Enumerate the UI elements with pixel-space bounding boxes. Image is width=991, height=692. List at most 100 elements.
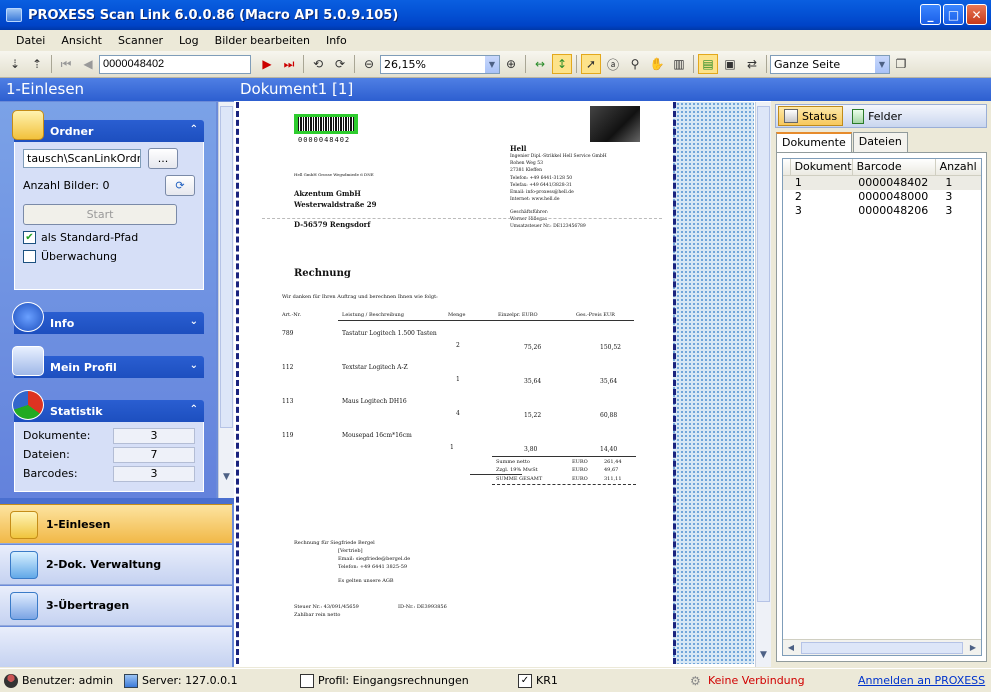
tab-dateien[interactable]: Dateien [852,132,908,152]
group-statistik-header[interactable]: Statistik ⌃ [12,390,204,422]
document-scrollbar[interactable]: ▼ [755,102,771,667]
status-list-icon [784,109,798,123]
scroll-down-icon[interactable]: ▼ [219,472,234,482]
item-1-qty: 2 [456,342,460,349]
tab-dokumente[interactable]: Dokumente [776,132,852,153]
document-settings-icon[interactable]: ▣ [720,54,740,74]
sort-ascending-icon[interactable]: ⇣ [5,54,25,74]
item-4-unit: 3,80 [524,446,538,453]
zoom-combo[interactable]: 26,15% ▼ [380,54,500,74]
col-barcode[interactable]: Barcode [853,159,936,175]
grid-hscrollbar[interactable]: ◀ ▶ [783,639,981,655]
last-page-icon[interactable]: ⏭ [279,54,299,74]
prev-page-icon[interactable]: ◀ [78,54,98,74]
stat-value-dokumente: 3 [113,427,195,444]
right-panel-header [771,78,991,101]
transfer-icon[interactable]: ⇄ [742,54,762,74]
tab-felder[interactable]: Felder [847,106,907,126]
close-button[interactable]: ✕ [966,4,987,25]
group-info: Info ⌄ [12,302,204,334]
menu-ansicht[interactable]: Ansicht [53,34,110,47]
table-row[interactable]: 2 0000048000 3 [783,190,981,204]
tab-status-label: Status [802,109,838,123]
sum-net-label: Summe netto [496,459,530,465]
group-statistik: Statistik ⌃ Dokumente: 3 Dateien: 7 Barcod… [12,390,204,492]
scroll-down-icon[interactable]: ▼ [756,650,771,660]
toolbar-separator [576,55,577,73]
scroll-thumb[interactable] [220,106,233,428]
page-fit-value: Ganze Seite [774,57,841,71]
group-profil-header[interactable]: Mein Profil ⌄ [12,346,204,378]
status-bar: Benutzer: admin Server: 127.0.0.1 Profil… [0,668,991,692]
left-panel: 1-Einlesen Ordner ⌃ tausch\ScanLinkOrdne… [0,78,234,667]
nav-dok-verwaltung[interactable]: 2-Dok. Verwaltung [0,545,232,585]
tab-status[interactable]: Status [778,106,844,126]
col-dokument[interactable]: Dokument [791,159,853,175]
login-link[interactable]: Anmelden an PROXESS [858,672,985,690]
rotate-right-icon[interactable]: ⟳ [330,54,350,74]
document-number-input[interactable] [99,54,251,74]
scroll-right-icon[interactable]: ▶ [965,643,981,652]
group-profil-title: Mein Profil [50,361,117,374]
sum-total-value: 311,11 [604,476,622,482]
refresh-button[interactable]: ⟳ [165,175,195,196]
nav-uebertragen[interactable]: 3-Übertragen [0,586,232,626]
chevron-up-icon[interactable]: ⌃ [190,404,198,415]
folder-scan-icon [10,511,38,539]
zoom-in-icon[interactable]: ⊕ [501,54,521,74]
chevron-up-icon[interactable]: ⌃ [190,124,198,135]
stat-label-barcodes: Barcodes: [23,467,78,480]
col-anzahl[interactable]: Anzahl [936,159,981,175]
scan-document-icon[interactable]: ▤ [698,54,718,74]
row-marker [783,190,791,204]
sort-descending-icon[interactable]: ⇡ [27,54,47,74]
nav-einlesen[interactable]: 1-Einlesen [0,504,232,544]
fit-height-icon[interactable]: ↕ [552,54,572,74]
rotate-left-icon[interactable]: ⟲ [308,54,328,74]
chevron-down-icon[interactable]: ▼ [485,55,499,73]
menu-datei[interactable]: Datei [8,34,53,47]
document-viewer[interactable]: 0000048402 Hell GmbH Grosse Wegsdmiede 6… [236,102,754,664]
item-2-unit: 35,64 [524,378,542,385]
task-pane-scrollbar[interactable]: ▼ [218,102,234,498]
menu-bilder-bearbeiten[interactable]: Bilder bearbeiten [207,34,318,47]
chevron-down-icon[interactable]: ⌄ [190,360,198,371]
minimize-button[interactable]: _ [920,4,941,25]
menu-scanner[interactable]: Scanner [110,34,171,47]
fit-width-icon[interactable]: ↔ [530,54,550,74]
next-page-icon[interactable]: ▶ [257,54,277,74]
table-row[interactable]: 1 0000048402 1 [783,176,981,190]
group-ordner-header[interactable]: Ordner ⌃ [12,110,204,142]
document-area: Dokument1 [1] 0000048402 Hell GmbH Gross… [234,78,771,667]
folder-path-input[interactable]: tausch\ScanLinkOrdner [23,149,141,168]
text-select-icon[interactable]: ⓐ [603,54,623,74]
chevron-down-icon[interactable]: ▼ [875,55,889,73]
table-row[interactable]: 3 0000048206 3 [783,204,981,218]
scroll-thumb[interactable] [757,106,770,602]
scanned-page: 0000048402 Hell GmbH Grosse Wegsdmiede 6… [242,102,670,664]
page-fit-combo[interactable]: Ganze Seite ▼ [770,54,890,74]
first-page-icon[interactable]: ⏮ [56,54,76,74]
menu-log[interactable]: Log [171,34,207,47]
menu-info[interactable]: Info [318,34,355,47]
zoom-out-icon[interactable]: ⊖ [359,54,379,74]
magnifier-icon[interactable]: ⚲ [625,54,645,74]
watch-checkbox[interactable] [23,250,36,263]
title-bar[interactable]: PROXESS Scan Link 6.0.0.86 (Macro API 5.… [0,0,991,30]
pointer-icon[interactable]: ➚ [581,54,601,74]
profile-document-icon [300,673,314,688]
hand-pan-icon[interactable]: ✋ [647,54,667,74]
standard-path-checkbox[interactable]: ✔ [23,231,36,244]
start-button[interactable]: Start [23,204,177,225]
company-line-6: Email: info-proxess@hell.de [510,190,574,195]
footer-line-4: Telefon: +49 6441 3825-59 [338,564,408,570]
barcode-icon[interactable]: ▥ [669,54,689,74]
scroll-left-icon[interactable]: ◀ [783,643,799,652]
maximize-button[interactable]: □ [943,4,964,25]
new-window-icon[interactable]: ❐ [891,54,911,74]
browse-button[interactable]: ... [148,148,178,169]
chevron-down-icon[interactable]: ⌄ [190,316,198,327]
scroll-thumb[interactable] [801,641,963,654]
group-info-header[interactable]: Info ⌄ [12,302,204,334]
item-4-art: 119 [282,432,294,439]
